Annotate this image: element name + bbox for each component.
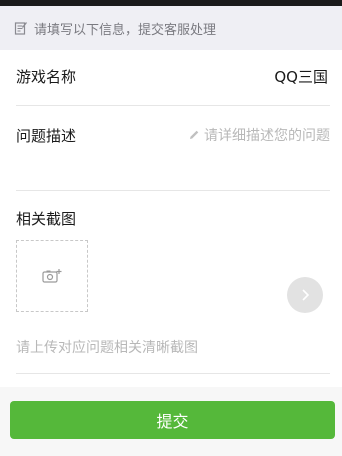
problem-row[interactable]: 问题描述 请详细描述您的问题: [0, 106, 342, 190]
problem-placeholder: 请详细描述您的问题: [204, 128, 330, 144]
upload-hint: 请上传对应问题相关清晰截图: [16, 340, 198, 356]
edit-note-icon: [14, 21, 28, 35]
problem-label: 问题描述: [16, 127, 77, 145]
pencil-icon: [188, 129, 200, 141]
submit-button[interactable]: 提交: [10, 401, 335, 439]
divider: [16, 190, 330, 191]
add-photo-icon: [42, 268, 62, 284]
game-name-row[interactable]: 游戏名称 QQ三国: [0, 50, 342, 106]
feedback-form-page: 请填写以下信息，提交客服处理 游戏名称 QQ三国 问题描述 请详细描述您的问题 …: [0, 0, 342, 456]
submit-label: 提交: [156, 412, 189, 431]
upload-screenshot-button[interactable]: [16, 240, 88, 312]
next-floating-button[interactable]: [287, 277, 323, 313]
game-name-label: 游戏名称: [16, 68, 77, 86]
screenshot-label: 相关截图: [16, 210, 77, 228]
notice-banner: 请填写以下信息，提交客服处理: [0, 6, 342, 50]
game-name-value: QQ三国: [274, 68, 328, 86]
problem-input[interactable]: 请详细描述您的问题: [188, 125, 330, 145]
chevron-right-icon: [299, 288, 311, 302]
notice-text: 请填写以下信息，提交客服处理: [34, 22, 217, 38]
divider: [16, 373, 330, 374]
